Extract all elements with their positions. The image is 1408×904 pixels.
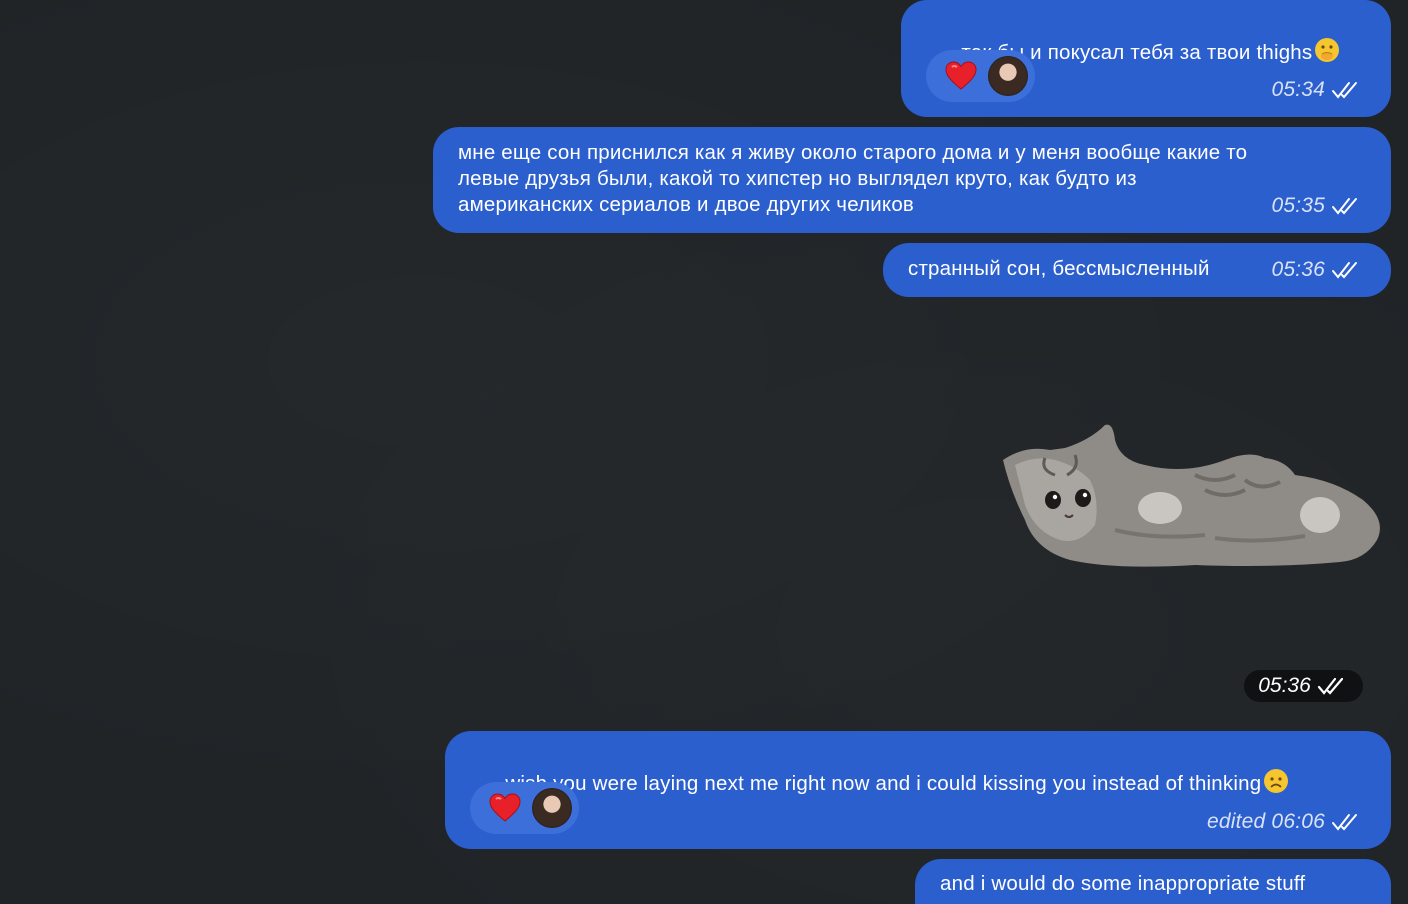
heart-icon [489, 793, 521, 822]
message-bubble[interactable]: wish you were laying next me right now a… [445, 731, 1391, 849]
heart-icon [945, 61, 977, 90]
hand-over-mouth-emoji [1315, 38, 1340, 62]
kitten-sticker[interactable] [995, 420, 1385, 575]
message-text: wish you were laying next me right now a… [505, 772, 1262, 795]
message-bubble[interactable]: and i would do some inappropriate stuff [915, 859, 1391, 904]
double-check-icon [1331, 260, 1363, 280]
message-meta: 05:34 [1271, 77, 1363, 103]
message-time: 05:36 [1271, 258, 1325, 281]
message-bubble[interactable]: мне еще сон приснился как я живу около с… [433, 127, 1391, 233]
message-meta: 05:35 [1271, 193, 1363, 219]
reaction-pill[interactable] [926, 50, 1035, 102]
message-time: 05:36 [1258, 674, 1311, 697]
sticker-time-pill: 05:36 [1244, 670, 1363, 702]
message-text: and i would do some inappropriate stuff [940, 872, 1306, 895]
message-text: странный сон, бессмысленный [908, 257, 1210, 280]
frowning-face-emoji [1264, 769, 1289, 793]
message-meta: 05:36 [1271, 257, 1363, 283]
avatar[interactable] [988, 56, 1028, 96]
avatar[interactable] [532, 788, 572, 828]
double-check-icon [1317, 676, 1349, 696]
message-bubble[interactable]: так бы и покусал тебя за твои thighs 05:… [901, 0, 1391, 117]
double-check-icon [1331, 80, 1363, 100]
message-time: edited 06:06 [1206, 810, 1325, 833]
message-time: 05:34 [1271, 78, 1325, 101]
reaction-pill[interactable] [470, 782, 579, 834]
chat-history[interactable]: так бы и покусал тебя за твои thighs 05:… [0, 0, 1408, 904]
message-text: мне еще сон приснился как я живу около с… [458, 141, 1248, 216]
double-check-icon [1331, 196, 1363, 216]
message-bubble[interactable]: странный сон, бессмысленный 05:36 [883, 243, 1391, 297]
message-meta: edited 06:06 [1207, 809, 1363, 835]
double-check-icon [1331, 812, 1363, 832]
message-time: 05:35 [1271, 194, 1325, 217]
